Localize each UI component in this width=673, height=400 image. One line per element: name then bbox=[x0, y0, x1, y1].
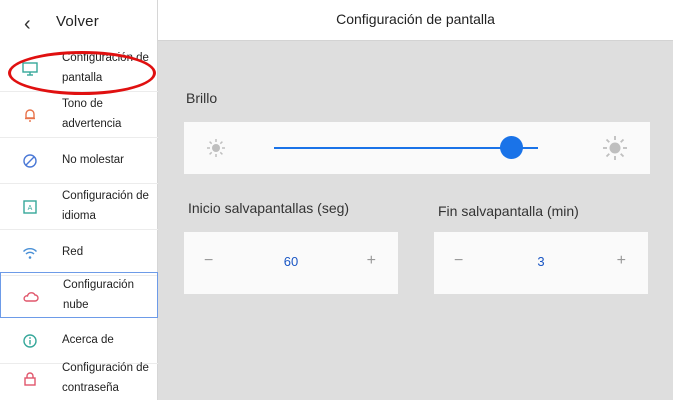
screensaver-end-label: Fin salvapantalla (min) bbox=[438, 203, 579, 219]
sidebar-item-label: Configuración de contraseña bbox=[62, 362, 149, 394]
brightness-slider-track[interactable] bbox=[274, 147, 538, 149]
sidebar-item-network[interactable]: Red bbox=[0, 230, 158, 276]
sidebar-item-warning-tone[interactable]: Tono de advertencia bbox=[0, 92, 158, 138]
sun-large-icon bbox=[603, 136, 627, 160]
sidebar: ‹ Volver Configuración de pantalla Tono … bbox=[0, 0, 158, 400]
brightness-slider-thumb[interactable] bbox=[500, 136, 524, 159]
sidebar-item-label: Acerca de bbox=[62, 334, 114, 346]
brightness-label: Brillo bbox=[186, 90, 218, 106]
svg-text:A: A bbox=[28, 205, 33, 212]
page-title: Configuración de pantalla bbox=[336, 11, 495, 27]
sidebar-item-label: Configuración nube bbox=[63, 279, 134, 311]
screensaver-start-stepper: − 60 + bbox=[184, 232, 398, 294]
increment-button[interactable]: + bbox=[367, 252, 376, 270]
sidebar-item-label: Configuración de idioma bbox=[62, 190, 149, 222]
lock-icon bbox=[24, 372, 36, 386]
brightness-card bbox=[184, 122, 650, 174]
back-button[interactable]: ‹ Volver bbox=[0, 0, 158, 48]
sidebar-item-label: Tono de advertencia bbox=[62, 98, 122, 130]
monitor-icon bbox=[22, 62, 38, 76]
sidebar-item-language-settings[interactable]: A Configuración de idioma bbox=[0, 184, 158, 230]
sidebar-item-password-settings[interactable]: Configuración de contraseña bbox=[0, 356, 158, 400]
language-icon: A bbox=[23, 200, 37, 214]
increment-button[interactable]: + bbox=[617, 252, 626, 270]
cloud-icon bbox=[23, 292, 39, 302]
bell-icon bbox=[25, 109, 35, 122]
wifi-icon bbox=[22, 248, 38, 259]
sidebar-item-do-not-disturb[interactable]: No molestar bbox=[0, 138, 158, 184]
sidebar-item-label: Configuración de pantalla bbox=[62, 52, 149, 84]
sidebar-item-label: No molestar bbox=[62, 154, 124, 166]
sidebar-item-cloud-settings[interactable]: Configuración nube bbox=[0, 272, 158, 318]
do-not-disturb-icon bbox=[23, 154, 37, 168]
info-icon bbox=[23, 334, 37, 348]
screensaver-start-label: Inicio salvapantallas (seg) bbox=[188, 200, 350, 216]
title-bar: Configuración de pantalla bbox=[158, 0, 673, 41]
main-panel: Configuración de pantalla Brillo Inicio bbox=[158, 0, 673, 400]
sidebar-item-label: Red bbox=[62, 246, 84, 258]
back-label: Volver bbox=[56, 13, 99, 30]
screensaver-end-stepper: − 3 + bbox=[434, 232, 648, 294]
sidebar-item-display-settings[interactable]: Configuración de pantalla bbox=[0, 46, 158, 92]
sun-small-icon bbox=[207, 139, 225, 157]
chevron-left-icon: ‹ bbox=[24, 13, 31, 35]
